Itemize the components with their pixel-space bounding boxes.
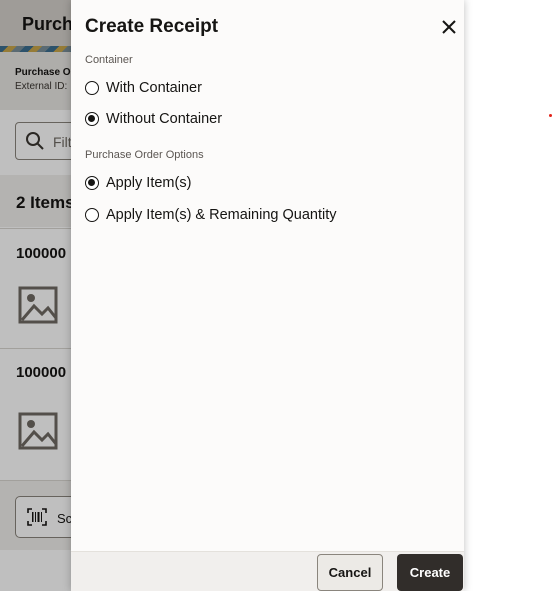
radio-apply-items[interactable]: Apply Item(s) <box>85 172 191 194</box>
right-blank-area <box>463 0 553 591</box>
radio-label: Apply Item(s) & Remaining Quantity <box>106 207 337 223</box>
radio-without-container[interactable]: Without Container <box>85 108 222 130</box>
radio-label: Without Container <box>106 111 223 127</box>
po-options-section-label: Purchase Order Options <box>85 149 204 161</box>
create-receipt-dialog: Create Receipt Container With Container … <box>71 0 464 591</box>
indicator-dot <box>549 114 552 117</box>
radio-label: Apply Item(s) <box>106 175 192 191</box>
create-button[interactable]: Create <box>397 554 463 591</box>
close-icon[interactable] <box>439 17 459 37</box>
radio-label: With Container <box>106 80 202 96</box>
dialog-title: Create Receipt <box>85 16 219 37</box>
radio-button[interactable] <box>85 208 99 222</box>
radio-button-selected[interactable] <box>85 176 99 190</box>
cancel-button[interactable]: Cancel <box>317 554 383 591</box>
radio-apply-items-remaining[interactable]: Apply Item(s) & Remaining Quantity <box>85 204 336 226</box>
radio-button[interactable] <box>85 81 99 95</box>
container-section-label: Container <box>85 54 133 66</box>
radio-button-selected[interactable] <box>85 112 99 126</box>
radio-with-container[interactable]: With Container <box>85 77 202 99</box>
